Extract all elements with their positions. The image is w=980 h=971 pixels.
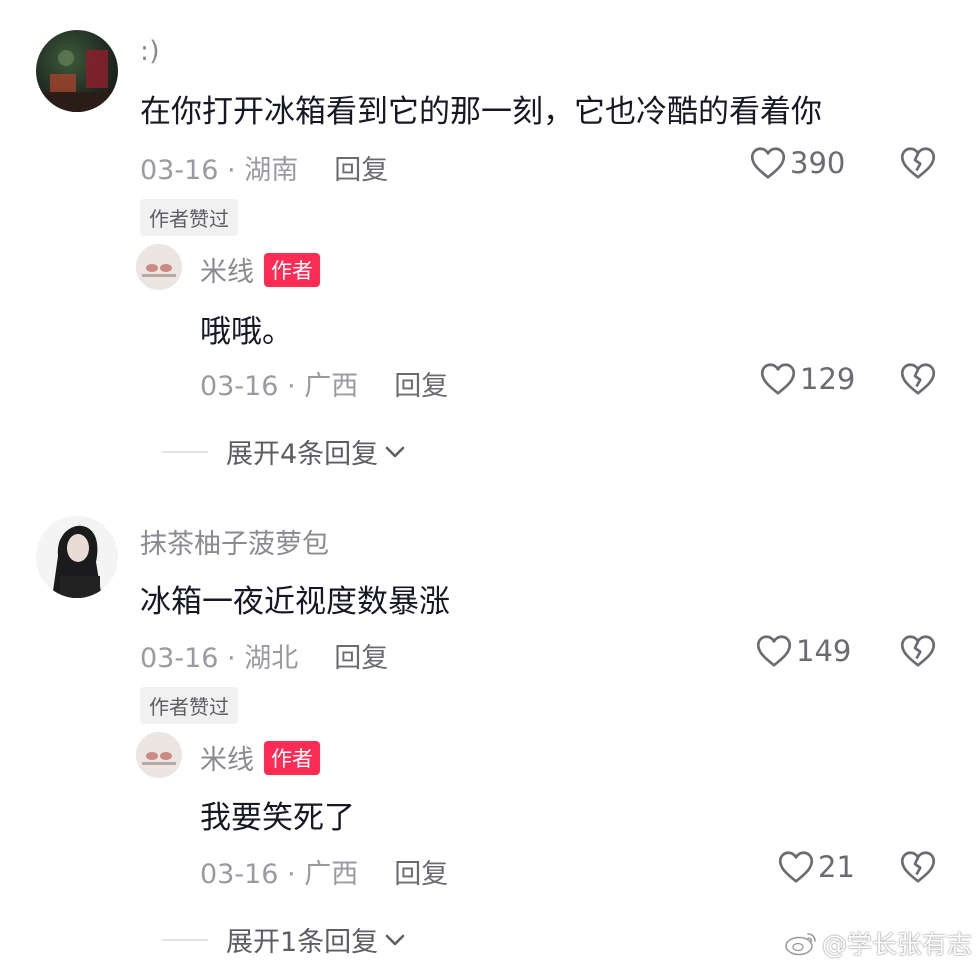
expand-replies-label: 展开4条回复 bbox=[226, 439, 379, 470]
reply-button[interactable]: 回复 bbox=[394, 859, 448, 890]
heart-icon bbox=[760, 363, 796, 395]
reply-button[interactable]: 回复 bbox=[394, 371, 448, 402]
meta-separator: · bbox=[278, 371, 305, 402]
reply-button[interactable]: 回复 bbox=[334, 155, 388, 186]
expand-replies-button[interactable]: 展开4条回复 bbox=[162, 432, 406, 471]
author-tag: 作者 bbox=[264, 253, 320, 287]
comment-date: 03-16 bbox=[140, 155, 219, 186]
author-tag: 作者 bbox=[264, 741, 320, 775]
broken-heart-icon bbox=[900, 363, 936, 395]
comment-date: 03-16 bbox=[140, 643, 219, 674]
expand-replies-label: 展开1条回复 bbox=[226, 927, 379, 958]
weibo-logo-icon bbox=[785, 933, 816, 956]
broken-heart-icon bbox=[900, 147, 936, 179]
like-count: 129 bbox=[800, 362, 856, 396]
reply-text[interactable]: 哦哦。 bbox=[200, 306, 293, 351]
dislike-button[interactable] bbox=[900, 146, 936, 182]
reply-text[interactable]: 我要笑死了 bbox=[200, 792, 355, 837]
reply-date: 03-16 bbox=[200, 859, 279, 890]
broken-heart-icon bbox=[900, 851, 936, 883]
heart-icon bbox=[750, 147, 786, 179]
avatar-image bbox=[36, 50, 118, 112]
reply-avatar[interactable] bbox=[136, 732, 182, 778]
watermark-text: @学长张有志 bbox=[821, 930, 972, 959]
watermark: @学长张有志 bbox=[784, 925, 972, 961]
like-button[interactable]: 390 bbox=[750, 146, 845, 180]
reply-avatar[interactable] bbox=[136, 244, 182, 290]
comment-username[interactable]: :) bbox=[140, 36, 160, 67]
avatar-image bbox=[136, 244, 182, 290]
comment-location: 湖南 bbox=[244, 155, 299, 186]
comment-text[interactable]: 在你打开冰箱看到它的那一刻，它也冷酷的看着你 bbox=[140, 86, 822, 131]
heart-icon bbox=[756, 635, 792, 667]
reply-location: 广西 bbox=[304, 859, 359, 890]
reply-location: 广西 bbox=[304, 371, 359, 402]
meta-separator: · bbox=[278, 859, 305, 890]
reply-username-text: 米线 bbox=[200, 257, 254, 288]
author-liked-badge: 作者赞过 bbox=[140, 199, 238, 236]
author-liked-badge: 作者赞过 bbox=[140, 687, 238, 724]
avatar-image bbox=[36, 516, 118, 598]
broken-heart-icon bbox=[900, 635, 936, 667]
like-count: 149 bbox=[796, 634, 852, 668]
comment-meta: 03-16 · 湖南 回复 bbox=[140, 148, 388, 187]
reply-username[interactable]: 米线 作者 bbox=[200, 250, 320, 289]
comment-meta: 03-16 · 湖北 回复 bbox=[140, 636, 388, 675]
chevron-down-icon bbox=[385, 934, 405, 945]
meta-separator: · bbox=[218, 643, 245, 674]
chevron-down-icon bbox=[385, 446, 405, 457]
dislike-button[interactable] bbox=[900, 362, 936, 398]
avatar-image bbox=[136, 732, 182, 778]
reply-button[interactable]: 回复 bbox=[334, 643, 388, 674]
expand-replies-button[interactable]: 展开1条回复 bbox=[162, 920, 406, 959]
divider bbox=[162, 450, 208, 453]
heart-icon bbox=[778, 851, 814, 883]
like-button[interactable]: 149 bbox=[756, 634, 851, 668]
like-count: 390 bbox=[790, 146, 846, 180]
comment-username[interactable]: 抹茶柚子菠萝包 bbox=[140, 522, 329, 561]
dislike-button[interactable] bbox=[900, 634, 936, 670]
avatar[interactable] bbox=[36, 516, 118, 598]
comment-location: 湖北 bbox=[244, 643, 299, 674]
reply-meta: 03-16 · 广西 回复 bbox=[200, 852, 448, 891]
like-count: 21 bbox=[818, 850, 855, 884]
reply-username[interactable]: 米线 作者 bbox=[200, 738, 320, 777]
meta-separator: · bbox=[218, 155, 245, 186]
divider bbox=[162, 938, 208, 941]
reply-username-text: 米线 bbox=[200, 745, 254, 776]
like-button[interactable]: 21 bbox=[778, 850, 855, 884]
comment-text[interactable]: 冰箱一夜近视度数暴涨 bbox=[140, 576, 450, 621]
dislike-button[interactable] bbox=[900, 850, 936, 886]
avatar[interactable] bbox=[36, 30, 118, 112]
reply-meta: 03-16 · 广西 回复 bbox=[200, 364, 448, 403]
like-button[interactable]: 129 bbox=[760, 362, 855, 396]
reply-date: 03-16 bbox=[200, 371, 279, 402]
